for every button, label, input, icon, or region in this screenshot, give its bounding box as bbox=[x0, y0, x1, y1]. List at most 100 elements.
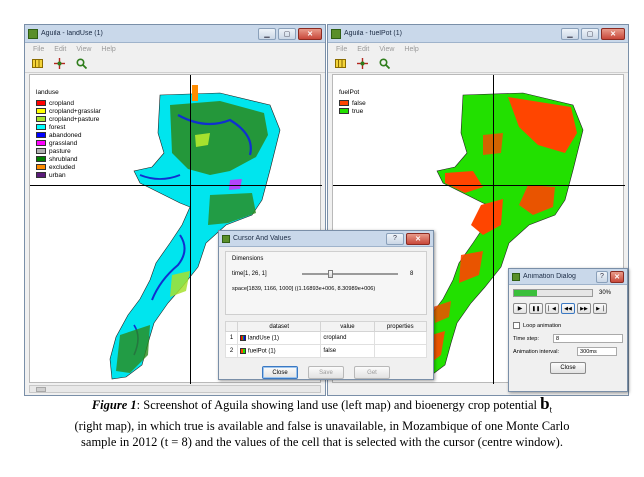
time-step-label: Time step: bbox=[513, 335, 539, 342]
progress-label: 30% bbox=[599, 290, 612, 296]
caption-line-3: sample in 2012 (t = 8) and the values of… bbox=[81, 434, 563, 449]
caption-symbol: b bbox=[540, 394, 550, 413]
value-cell: cropland bbox=[320, 331, 375, 345]
table-row[interactable]: 2 fuelPot (1) false bbox=[225, 344, 428, 358]
minimize-button[interactable]: ▁ bbox=[258, 27, 276, 40]
column-value[interactable]: value bbox=[320, 321, 375, 332]
figure-caption: Figure 1: Screenshot of Aguila showing l… bbox=[0, 394, 644, 450]
animation-progress-bar bbox=[513, 289, 593, 297]
time-step-field[interactable]: 8 bbox=[553, 334, 623, 343]
animation-controls: ▶ ❚❚ ▏◀ ◀◀ ▶▶ ▶▕ bbox=[513, 303, 623, 314]
save-button[interactable]: Save bbox=[308, 366, 344, 379]
scrollbar-thumb[interactable] bbox=[36, 387, 46, 392]
landuse-window-title: Aguila - landUse (1) bbox=[41, 30, 103, 37]
pause-button[interactable]: ❚❚ bbox=[529, 303, 543, 314]
animation-close-button[interactable]: Close bbox=[550, 362, 586, 374]
step-back-button[interactable]: ◀◀ bbox=[561, 303, 575, 314]
landuse-horizontal-scrollbar[interactable] bbox=[29, 385, 321, 393]
row-index: 1 bbox=[225, 331, 238, 345]
time-slider[interactable] bbox=[302, 270, 398, 278]
column-index bbox=[225, 321, 238, 332]
animation-dialog-title: Animation Dialog bbox=[523, 273, 576, 280]
time-dimension-value: 8 bbox=[410, 271, 414, 277]
caption-symbol-subscript: t bbox=[549, 404, 553, 415]
aguila-app-icon bbox=[222, 234, 230, 243]
excluded-region bbox=[192, 85, 198, 101]
menu-view[interactable]: View bbox=[379, 46, 394, 53]
play-button[interactable]: ▶ bbox=[513, 303, 527, 314]
fuelpot-window-titlebar[interactable]: Aguila - fuelPot (1) ▁ ▢ ✕ bbox=[328, 25, 628, 43]
properties-cell bbox=[373, 344, 428, 358]
cursor-crosshair-horizontal bbox=[333, 185, 625, 186]
legend-icon[interactable] bbox=[334, 58, 346, 70]
legend-icon[interactable] bbox=[31, 58, 43, 70]
dataset-cell: fuelPot (1) bbox=[236, 344, 322, 358]
aguila-app-icon bbox=[512, 272, 520, 281]
landuse-toolbar bbox=[25, 55, 325, 73]
value-cell: false bbox=[320, 344, 375, 358]
dataset-name: fuelPot (1) bbox=[248, 348, 276, 355]
maximize-button[interactable]: ▢ bbox=[278, 27, 296, 40]
caption-line-2: (right map), in which true is available … bbox=[74, 418, 570, 433]
zoom-icon[interactable] bbox=[378, 58, 390, 70]
time-dimension-label: time[1, 26, 1] bbox=[232, 271, 267, 277]
interval-spinbox[interactable]: 300ms bbox=[577, 347, 617, 356]
help-button[interactable]: ? bbox=[386, 232, 404, 245]
menu-file[interactable]: File bbox=[33, 46, 44, 53]
cursor-crosshair-horizontal bbox=[30, 185, 322, 186]
progress-fill bbox=[514, 290, 538, 296]
fuelpot-window-title: Aguila - fuelPot (1) bbox=[344, 30, 402, 37]
dataset-cell: landUse (1) bbox=[236, 331, 322, 345]
landuse-menubar: File Edit View Help bbox=[25, 43, 325, 55]
close-dialog-button[interactable]: ✕ bbox=[406, 232, 430, 245]
animation-dialog: Animation Dialog ? ✕ 30% ▶ ❚❚ ▏◀ ◀◀ ▶▶ ▶… bbox=[508, 268, 628, 392]
cursor-crosshair-vertical bbox=[493, 75, 494, 384]
menu-help[interactable]: Help bbox=[101, 46, 115, 53]
aguila-app-icon bbox=[28, 28, 38, 39]
time-slider-thumb[interactable] bbox=[328, 270, 333, 278]
close-button[interactable]: Close bbox=[262, 366, 298, 379]
help-button[interactable]: ? bbox=[596, 270, 608, 283]
cursor-icon[interactable] bbox=[53, 58, 65, 70]
column-dataset[interactable]: dataset bbox=[236, 321, 322, 332]
dataset-color-icon bbox=[240, 347, 246, 354]
dimensions-group: Dimensions time[1, 26, 1] 8 space[1839, … bbox=[225, 251, 427, 315]
first-step-button[interactable]: ▏◀ bbox=[545, 303, 559, 314]
interval-label: Animation interval: bbox=[513, 348, 560, 355]
close-window-button[interactable]: ✕ bbox=[298, 27, 322, 40]
fuelpot-menubar: File Edit View Help bbox=[328, 43, 628, 55]
menu-edit[interactable]: Edit bbox=[357, 46, 369, 53]
loop-animation-label: Loop animation bbox=[523, 322, 562, 329]
zoom-icon[interactable] bbox=[75, 58, 87, 70]
last-step-button[interactable]: ▶▕ bbox=[593, 303, 607, 314]
cursor-values-dialog: Cursor And Values ? ✕ Dimensions time[1,… bbox=[218, 230, 434, 380]
figure-label: Figure 1 bbox=[91, 398, 137, 412]
column-properties[interactable]: properties bbox=[373, 321, 428, 332]
space-dimension-label: space[1839, 1166, 1000] ((1.16893e+006, … bbox=[232, 286, 376, 292]
menu-edit[interactable]: Edit bbox=[54, 46, 66, 53]
menu-file[interactable]: File bbox=[336, 46, 347, 53]
menu-help[interactable]: Help bbox=[404, 46, 418, 53]
fuelpot-toolbar bbox=[328, 55, 628, 73]
step-forward-button[interactable]: ▶▶ bbox=[577, 303, 591, 314]
aguila-app-icon bbox=[331, 28, 341, 39]
loop-animation-checkbox[interactable] bbox=[513, 322, 520, 329]
minimize-button[interactable]: ▁ bbox=[561, 27, 579, 40]
dataset-color-icon bbox=[240, 334, 246, 341]
table-row[interactable]: 1 landUse (1) cropland bbox=[225, 331, 428, 345]
cursor-dialog-titlebar[interactable]: Cursor And Values ? ✕ bbox=[219, 231, 433, 247]
close-dialog-button[interactable]: ✕ bbox=[610, 270, 624, 283]
close-window-button[interactable]: ✕ bbox=[601, 27, 625, 40]
menu-view[interactable]: View bbox=[76, 46, 91, 53]
cursor-dialog-title: Cursor And Values bbox=[233, 235, 291, 242]
values-table: dataset value properties 1 landUse (1) c… bbox=[225, 321, 428, 358]
get-button[interactable]: Get bbox=[354, 366, 390, 379]
animation-dialog-titlebar[interactable]: Animation Dialog ? ✕ bbox=[509, 269, 627, 285]
properties-cell bbox=[373, 331, 428, 345]
caption-line-1: : Screenshot of Aguila showing land use … bbox=[136, 398, 538, 412]
dataset-name: landUse (1) bbox=[248, 335, 280, 342]
landuse-window-titlebar[interactable]: Aguila - landUse (1) ▁ ▢ ✕ bbox=[25, 25, 325, 43]
cursor-crosshair-vertical bbox=[190, 75, 191, 384]
maximize-button[interactable]: ▢ bbox=[581, 27, 599, 40]
cursor-icon[interactable] bbox=[356, 58, 368, 70]
